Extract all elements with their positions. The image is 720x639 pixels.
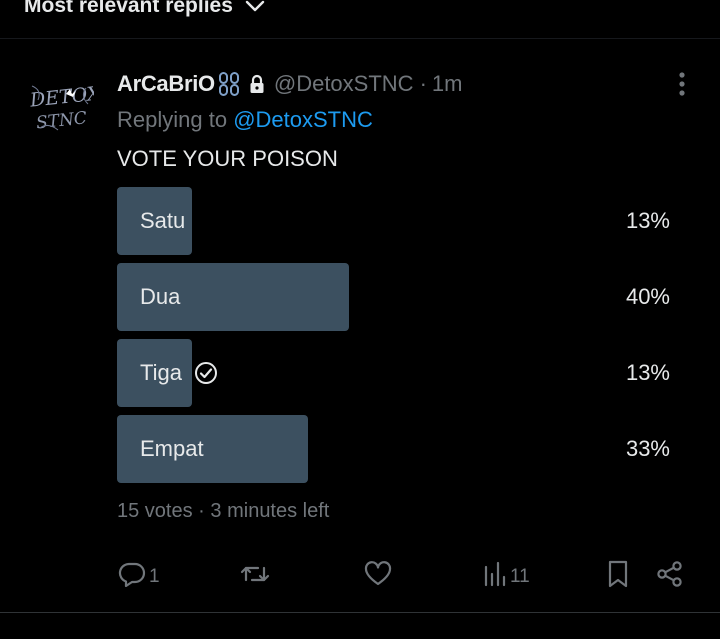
sort-label: Most relevant replies	[24, 0, 233, 17]
views-chart-icon	[483, 561, 507, 593]
poll-option: Empat 33%	[117, 415, 672, 483]
poll-option: Satu 13%	[117, 187, 672, 255]
poll-option-percent: 13%	[625, 360, 670, 385]
reply-icon	[118, 561, 146, 593]
poll-vote-count: 15 votes	[117, 500, 193, 522]
avatar-logo-image: DETOX STNC	[26, 78, 94, 134]
views-button[interactable]: 11	[483, 560, 530, 594]
retweet-icon	[240, 562, 270, 592]
chain-emoji-icon	[218, 71, 240, 97]
poll-option-percent: 40%	[625, 284, 670, 309]
heart-icon	[364, 561, 392, 593]
poll-option-label: Satu	[140, 208, 186, 233]
poll-option-percent: 33%	[625, 436, 670, 461]
user-handle[interactable]: @DetoxSTNC	[274, 71, 414, 97]
poll-option-label: Tiga	[140, 360, 182, 385]
display-name[interactable]: ArCaBriO	[117, 71, 215, 97]
replying-prefix: Replying to	[117, 107, 234, 132]
replying-to-mention[interactable]: @DetoxSTNC	[233, 107, 373, 132]
poll-meta: 15 votes · 3 minutes left	[117, 500, 329, 523]
tweet-text: VOTE YOUR POISON	[117, 146, 338, 171]
retweet-button[interactable]	[240, 560, 270, 594]
bookmark-icon	[606, 560, 630, 594]
poll-option-label: Empat	[140, 436, 204, 461]
poll-option: Dua 40%	[117, 263, 672, 331]
tweet-timestamp[interactable]: 1m	[432, 71, 463, 97]
lock-icon	[249, 74, 265, 94]
reply-thread-view: Most relevant replies DETOX STNC ArCaBri…	[0, 0, 720, 639]
replying-to-line: Replying to @DetoxSTNC	[117, 107, 373, 133]
like-button[interactable]	[364, 560, 392, 594]
chevron-down-icon	[245, 0, 265, 13]
separator-dot: ·	[198, 500, 205, 522]
divider	[0, 38, 720, 39]
bookmark-button[interactable]	[606, 560, 630, 594]
poll-time-left: 3 minutes left	[210, 500, 330, 522]
poll-option-label: Dua	[140, 284, 181, 309]
check-circle-icon	[194, 361, 218, 385]
tweet-header: ArCaBriO @DetoxSTNC · 1m	[117, 70, 462, 98]
more-options-icon[interactable]	[668, 68, 696, 100]
sort-replies-dropdown[interactable]: Most relevant replies	[24, 0, 265, 18]
views-count: 11	[510, 566, 530, 587]
separator-dot: ·	[419, 71, 427, 96]
reply-count: 1	[149, 566, 160, 587]
share-icon	[656, 560, 684, 594]
share-button[interactable]	[656, 560, 684, 594]
divider	[0, 612, 720, 613]
avatar[interactable]: DETOX STNC	[26, 78, 94, 134]
reply-button[interactable]: 1	[118, 560, 160, 594]
poll-option: Tiga 13%	[117, 339, 672, 407]
poll-option-percent: 13%	[625, 208, 670, 233]
